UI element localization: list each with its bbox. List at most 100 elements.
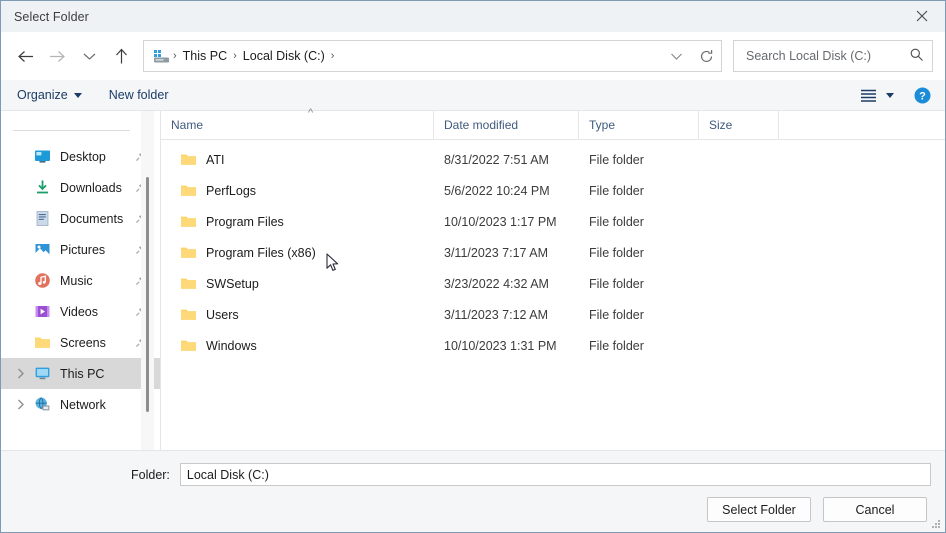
address-bar[interactable]: › This PC › Local Disk (C:) › <box>143 40 722 72</box>
folder-input[interactable] <box>179 463 931 486</box>
table-row[interactable]: PerfLogs 5/6/2022 10:24 PM File folder <box>161 175 945 206</box>
dialog-content: Desktop Downloads Documents Pictures Music Vi… <box>1 107 945 450</box>
folder-icon <box>180 182 197 199</box>
new-folder-button[interactable]: New folder <box>109 88 169 102</box>
type-cell: File folder <box>589 307 644 322</box>
dialog-buttons: Select Folder Cancel <box>15 497 931 522</box>
table-row[interactable]: ATI 8/31/2022 7:51 AM File folder <box>161 144 945 175</box>
file-name-cell: Windows <box>161 337 434 354</box>
breadcrumb-this-pc[interactable]: This PC <box>178 49 232 63</box>
network-icon <box>34 396 51 413</box>
date-modified-cell: 10/10/2023 1:31 PM <box>444 338 557 353</box>
recent-locations-button[interactable] <box>73 40 105 72</box>
back-button[interactable] <box>9 40 41 72</box>
file-name-cell: Program Files <box>161 213 434 230</box>
chevron-down-icon[interactable] <box>661 41 691 71</box>
sidebar-item-screens[interactable]: Screens <box>1 327 160 358</box>
column-header-date-modified[interactable]: Date modified <box>434 111 579 139</box>
organize-button[interactable]: Organize <box>17 88 82 102</box>
folder-icon <box>180 306 197 323</box>
window-title: Select Folder <box>14 9 89 24</box>
videos-icon <box>34 303 51 320</box>
table-row[interactable]: Users 3/11/2023 7:12 AM File folder <box>161 299 945 330</box>
type-cell: File folder <box>589 338 644 353</box>
folder-icon <box>180 337 197 354</box>
select-folder-button[interactable]: Select Folder <box>707 497 811 522</box>
file-name-text: SWSetup <box>206 276 259 291</box>
file-name-text: Users <box>206 307 239 322</box>
sidebar-item-label: Videos <box>60 304 98 319</box>
file-name-cell: Program Files (x86) <box>161 244 434 261</box>
view-list-icon[interactable] <box>860 89 877 102</box>
sidebar-item-label: Screens <box>60 335 106 350</box>
sidebar-item-pictures[interactable]: Pictures <box>1 234 160 265</box>
breadcrumb-local-disk[interactable]: Local Disk (C:) <box>238 49 330 63</box>
type-cell: File folder <box>589 245 644 260</box>
sidebar-item-label: Pictures <box>60 242 106 257</box>
sidebar-item-downloads[interactable]: Downloads <box>1 172 160 203</box>
date-modified-cell: 8/31/2022 7:51 AM <box>444 152 549 167</box>
title-bar: Select Folder <box>1 1 945 32</box>
music-icon <box>34 272 51 289</box>
this-pc-icon <box>153 49 170 64</box>
type-cell: File folder <box>589 214 644 229</box>
breadcrumb-separator-trailing[interactable]: › <box>330 50 336 62</box>
search-input[interactable] <box>744 48 909 64</box>
sidebar-item-label: Music <box>60 273 93 288</box>
pictures-icon <box>34 241 51 258</box>
file-name-cell: SWSetup <box>161 275 434 292</box>
refresh-icon[interactable] <box>691 41 721 71</box>
sidebar-scrollbar-thumb[interactable] <box>146 177 149 412</box>
forward-button[interactable] <box>41 40 73 72</box>
file-name-cell: PerfLogs <box>161 182 434 199</box>
column-header-size[interactable]: Size <box>699 111 779 139</box>
up-button[interactable] <box>105 40 137 72</box>
documents-icon <box>34 210 51 227</box>
resize-grip[interactable] <box>930 518 942 530</box>
file-name-text: Program Files (x86) <box>206 245 316 260</box>
chevron-right-icon[interactable] <box>13 399 29 410</box>
sidebar-item-list: Desktop Downloads Documents Pictures Music Vi… <box>1 141 160 420</box>
search-box[interactable] <box>733 40 933 72</box>
table-row[interactable]: Program Files (x86) 3/11/2023 7:17 AM File… <box>161 237 945 268</box>
file-rows: ATI 8/31/2022 7:51 AM File folder PerfLogs 5… <box>161 140 945 450</box>
file-name-cell: Users <box>161 306 434 323</box>
folder-icon <box>180 275 197 292</box>
navigation-pane: Desktop Downloads Documents Pictures Music Vi… <box>1 111 161 450</box>
column-headers: Name Date modified Type Size ^ <box>161 107 945 140</box>
type-cell: File folder <box>589 183 644 198</box>
sidebar-item-network[interactable]: Network <box>1 389 160 420</box>
date-modified-cell: 3/11/2023 7:12 AM <box>444 307 549 322</box>
table-row[interactable]: Program Files 10/10/2023 1:17 PM File fold… <box>161 206 945 237</box>
dialog-footer: Folder: Select Folder Cancel <box>1 450 945 532</box>
downloads-icon <box>34 179 51 196</box>
sidebar-item-videos[interactable]: Videos <box>1 296 160 327</box>
chevron-right-icon[interactable] <box>13 368 29 379</box>
date-modified-cell: 3/11/2023 7:17 AM <box>444 245 549 260</box>
file-name-text: Program Files <box>206 214 284 229</box>
view-chevron-down-icon[interactable] <box>886 92 894 98</box>
select-folder-dialog: Select Folder › This PC › Local Disk (C:… <box>0 0 946 533</box>
table-row[interactable]: Windows 10/10/2023 1:31 PM File folder <box>161 330 945 361</box>
column-header-type[interactable]: Type <box>579 111 699 139</box>
folder-icon <box>180 213 197 230</box>
cancel-button[interactable]: Cancel <box>823 497 927 522</box>
sidebar-item-this-pc[interactable]: This PC <box>1 358 160 389</box>
search-icon[interactable] <box>909 47 924 65</box>
sidebar-item-desktop[interactable]: Desktop <box>1 141 160 172</box>
sidebar-item-documents[interactable]: Documents <box>1 203 160 234</box>
folder-icon <box>180 151 197 168</box>
sidebar-divider-top <box>13 130 130 131</box>
close-icon[interactable] <box>899 1 945 31</box>
table-row[interactable]: SWSetup 3/23/2022 4:32 AM File folder <box>161 268 945 299</box>
date-modified-cell: 10/10/2023 1:17 PM <box>444 214 557 229</box>
command-bar: Organize New folder ? <box>1 80 945 111</box>
sidebar-item-music[interactable]: Music <box>1 265 160 296</box>
column-header-name[interactable]: Name <box>161 111 434 139</box>
date-modified-cell: 3/23/2022 4:32 AM <box>444 276 549 291</box>
sidebar-scrollbar[interactable] <box>141 111 154 450</box>
file-name-text: Windows <box>206 338 257 353</box>
help-icon[interactable]: ? <box>914 87 931 104</box>
file-name-cell: ATI <box>161 151 434 168</box>
file-name-text: ATI <box>206 152 225 167</box>
